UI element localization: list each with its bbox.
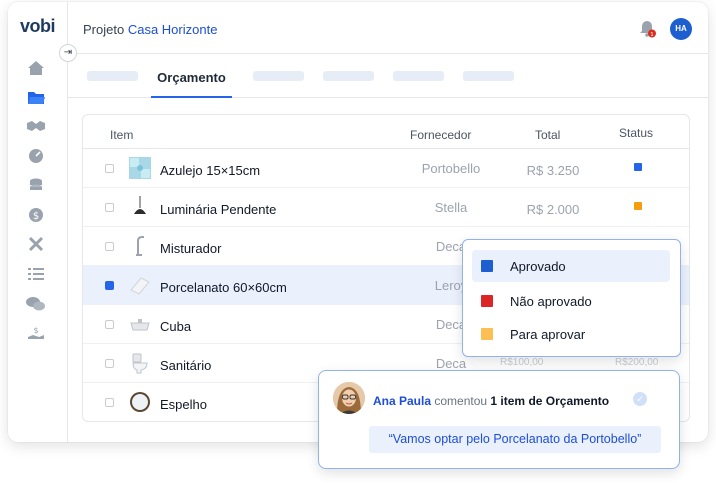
user-avatar[interactable]: HA <box>670 18 692 40</box>
tab-placeholder[interactable] <box>323 71 374 81</box>
svg-text:$: $ <box>33 211 39 222</box>
avatar <box>333 382 365 414</box>
faucet-icon <box>128 234 152 258</box>
bell-icon: 1 <box>640 21 656 38</box>
item-name: Cuba <box>160 319 192 334</box>
status-dropdown: Aprovado Não aprovado Para aprovar <box>462 239 681 357</box>
comment-card[interactable]: Ana Paula comentou 1 item de Orçamento ✓… <box>318 370 680 469</box>
item-name: Porcelanato 60×60cm <box>160 280 287 295</box>
notification-button[interactable]: 1 <box>638 18 656 43</box>
app-logo: vobi <box>20 16 56 36</box>
mirror-icon <box>128 390 152 414</box>
row-checkbox[interactable] <box>105 203 114 212</box>
comment-author[interactable]: Ana Paula <box>373 394 431 408</box>
row-checkbox[interactable] <box>105 359 114 368</box>
lamp-icon <box>128 195 152 219</box>
item-total: R$ 3.250 <box>526 163 580 178</box>
row-checkbox[interactable] <box>105 242 114 251</box>
tab-placeholder[interactable] <box>393 71 444 81</box>
svg-text:$: $ <box>33 326 38 335</box>
item-name: Azulejo 15×15cm <box>160 163 261 178</box>
sidebar: vobi $ $ <box>8 2 68 442</box>
status-color-swatch <box>481 295 493 307</box>
status-option-label: Não aprovado <box>510 294 592 309</box>
status-color-swatch <box>481 328 493 340</box>
item-supplier: Stella <box>434 200 468 215</box>
row-checkbox[interactable] <box>105 164 114 173</box>
column-total[interactable]: Total <box>535 128 560 142</box>
coins-icon[interactable] <box>26 175 46 195</box>
tab-placeholder[interactable] <box>463 71 514 81</box>
project-name-link[interactable]: Casa Horizonte <box>128 22 218 37</box>
row-checkbox[interactable] <box>105 320 114 329</box>
breadcrumb-prefix: Projeto <box>83 22 125 37</box>
status-badge[interactable] <box>634 163 642 171</box>
tab-placeholder[interactable] <box>253 71 304 81</box>
sink-icon <box>128 312 152 336</box>
item-total-secondary: R$200,00 <box>615 357 659 368</box>
svg-text:1: 1 <box>650 32 654 38</box>
item-supplier: Portobello <box>421 161 481 176</box>
comment-header: Ana Paula comentou 1 item de Orçamento <box>373 394 609 408</box>
check-icon: ✓ <box>633 392 647 406</box>
home-icon[interactable] <box>26 58 46 78</box>
column-status[interactable]: Status <box>619 126 653 140</box>
porcelain-icon <box>128 273 152 297</box>
item-name: Luminária Pendente <box>160 202 277 217</box>
table-row[interactable]: Luminária Pendente Stella R$ 2.000 <box>83 188 689 227</box>
dollar-icon[interactable]: $ <box>26 205 46 225</box>
handshake-icon[interactable] <box>26 116 46 136</box>
comment-quote: “Vamos optar pelo Porcelanato da Portobe… <box>369 426 661 453</box>
item-supplier: Deca <box>435 356 467 371</box>
status-option-para-aprovar[interactable]: Para aprovar <box>472 318 670 350</box>
dashboard-icon[interactable] <box>26 146 46 166</box>
tile-icon <box>128 156 152 180</box>
item-total: R$100,00 <box>500 357 544 368</box>
item-name: Sanitário <box>160 358 212 373</box>
table-row[interactable]: Azulejo 15×15cm Portobello R$ 3.250 <box>83 149 689 188</box>
status-option-label: Aprovado <box>510 259 566 274</box>
chat-icon[interactable] <box>26 294 46 314</box>
status-option-aprovado[interactable]: Aprovado <box>472 250 670 282</box>
list-icon[interactable] <box>26 264 46 284</box>
item-name: Misturador <box>160 241 222 256</box>
item-total: R$ 2.000 <box>526 202 580 217</box>
comment-verb: comentou <box>434 394 488 408</box>
column-supplier[interactable]: Fornecedor <box>410 128 471 142</box>
tab-placeholder[interactable] <box>87 71 138 81</box>
page-header: Projeto Casa Horizonte 1 HA <box>68 2 708 54</box>
comment-summary: 1 item de Orçamento <box>490 394 610 408</box>
column-item[interactable]: Item <box>110 128 133 142</box>
toilet-icon <box>128 351 152 375</box>
payment-icon[interactable]: $ <box>26 323 46 343</box>
status-color-swatch <box>481 260 493 272</box>
tab-orcamento[interactable]: Orçamento <box>151 70 232 98</box>
tools-icon[interactable] <box>26 234 46 254</box>
status-badge[interactable] <box>634 202 642 210</box>
row-checkbox[interactable] <box>105 281 114 290</box>
tab-bar: Orçamento <box>68 54 708 98</box>
status-option-nao-aprovado[interactable]: Não aprovado <box>472 285 670 317</box>
item-name: Espelho <box>160 397 207 412</box>
sidebar-collapse-button[interactable]: ⇥ <box>59 44 77 62</box>
row-checkbox[interactable] <box>105 398 114 407</box>
table-header: Item Fornecedor Total Status <box>83 115 689 149</box>
folder-icon[interactable] <box>26 87 46 107</box>
breadcrumb: Projeto Casa Horizonte <box>83 22 217 37</box>
status-option-label: Para aprovar <box>510 327 586 342</box>
